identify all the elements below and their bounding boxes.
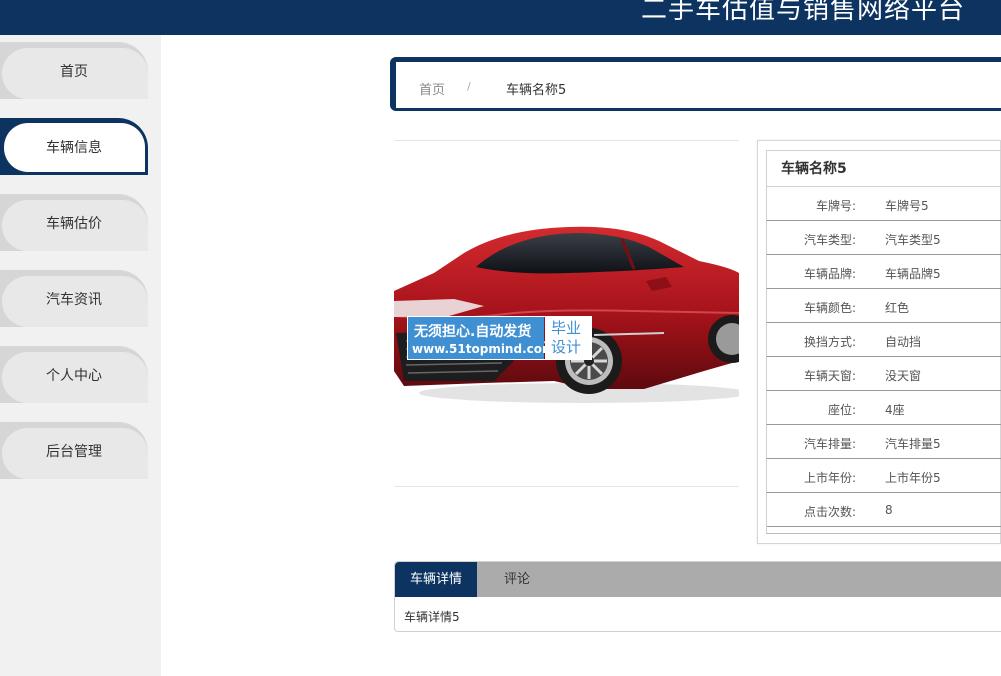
info-row: 汽车排量: 汽车排量5 (766, 425, 1001, 459)
breadcrumb-separator: / (467, 80, 471, 93)
breadcrumb-home-link[interactable]: 首页 (419, 79, 445, 98)
info-row: 汽车类型: 汽车类型5 (766, 221, 1001, 255)
sidebar-item-news[interactable]: 汽车资讯 (0, 270, 148, 327)
info-row: 车辆品牌: 车辆品牌5 (766, 255, 1001, 289)
sidebar-item-admin[interactable]: 后台管理 (0, 422, 148, 479)
sidebar-item-label: 汽车资讯 (46, 292, 102, 308)
vehicle-image-area: 无须担心.自动发货 www.51topmind.com 毕业 设计 (394, 140, 739, 487)
breadcrumb: 首页 / 车辆名称5 (390, 57, 1001, 111)
info-value: 没天窗 (885, 369, 922, 383)
info-card-footer (766, 524, 1001, 534)
detail-tabs: 车辆详情 评论 车辆详情5 (394, 561, 1001, 632)
info-key: 汽车类型: (803, 233, 856, 247)
vehicle-name: 车辆名称5 (766, 150, 1001, 187)
info-value: 红色 (885, 301, 910, 315)
info-value: 上市年份5 (885, 471, 941, 485)
sidebar-item-home[interactable]: 首页 (0, 42, 148, 99)
tab-content: 车辆详情5 (404, 610, 460, 624)
info-value: 自动挡 (885, 335, 922, 349)
breadcrumb-current: 车辆名称5 (506, 83, 567, 98)
sidebar-item-label: 车辆信息 (46, 140, 102, 156)
info-row: 车辆天窗: 没天窗 (766, 357, 1001, 391)
info-value: 汽车排量5 (885, 437, 941, 451)
sidebar-item-label: 个人中心 (46, 368, 102, 384)
sidebar-item-personal-center[interactable]: 个人中心 (0, 346, 148, 403)
info-value: 汽车类型5 (885, 233, 941, 247)
info-key: 点击次数: (803, 505, 856, 519)
info-value: 车辆品牌5 (885, 267, 941, 281)
sidebar-item-label: 首页 (60, 64, 88, 80)
top-header: 二手车估值与销售网络平台 (0, 0, 1001, 35)
info-row: 换挡方式: 自动挡 (766, 323, 1001, 357)
site-title: 二手车估值与销售网络平台 (640, 0, 965, 25)
info-row: 座位: 4座 (766, 391, 1001, 425)
info-row: 点击次数: 8 (766, 493, 1001, 527)
sidebar-item-vehicle-info[interactable]: 车辆信息 (0, 118, 148, 175)
sidebar-item-label: 后台管理 (46, 444, 102, 460)
info-key: 车辆品牌: (803, 267, 856, 281)
info-row: 上市年份: 上市年份5 (766, 459, 1001, 493)
vehicle-info-card: 车辆名称5 车牌号: 车牌号5 汽车类型: 汽车类型5 车辆品牌: 车辆品牌5 … (757, 140, 1001, 544)
info-value: 8 (885, 503, 893, 517)
info-key: 汽车排量: (803, 437, 856, 451)
info-key: 换挡方式: (803, 335, 856, 349)
info-key: 车牌号: (815, 199, 856, 213)
watermark-side1: 毕业 (551, 319, 582, 337)
info-value: 车牌号5 (885, 199, 929, 213)
watermark-badge: 无须担心.自动发货 www.51topmind.com 毕业 设计 (407, 316, 592, 360)
watermark-side2: 设计 (551, 338, 582, 356)
sidebar: 首页 车辆信息 车辆估价 汽车资讯 个人中心 后台管理 (0, 35, 161, 676)
info-key: 车辆天窗: (803, 369, 856, 383)
info-key: 座位: (827, 403, 856, 417)
watermark-line1: 无须担心.自动发货 (414, 324, 532, 340)
info-value: 4座 (885, 403, 905, 417)
tab-vehicle-details[interactable]: 车辆详情 (395, 562, 477, 597)
sidebar-item-valuation[interactable]: 车辆估价 (0, 194, 148, 251)
info-key: 车辆颜色: (803, 301, 856, 315)
info-key: 上市年份: (803, 471, 856, 485)
tab-bar: 车辆详情 评论 (395, 562, 1001, 597)
watermark-url: www.51topmind.com (412, 342, 555, 356)
tab-comments[interactable]: 评论 (477, 562, 557, 597)
info-row: 车辆颜色: 红色 (766, 289, 1001, 323)
sidebar-item-label: 车辆估价 (46, 216, 102, 232)
info-row: 车牌号: 车牌号5 (766, 187, 1001, 221)
